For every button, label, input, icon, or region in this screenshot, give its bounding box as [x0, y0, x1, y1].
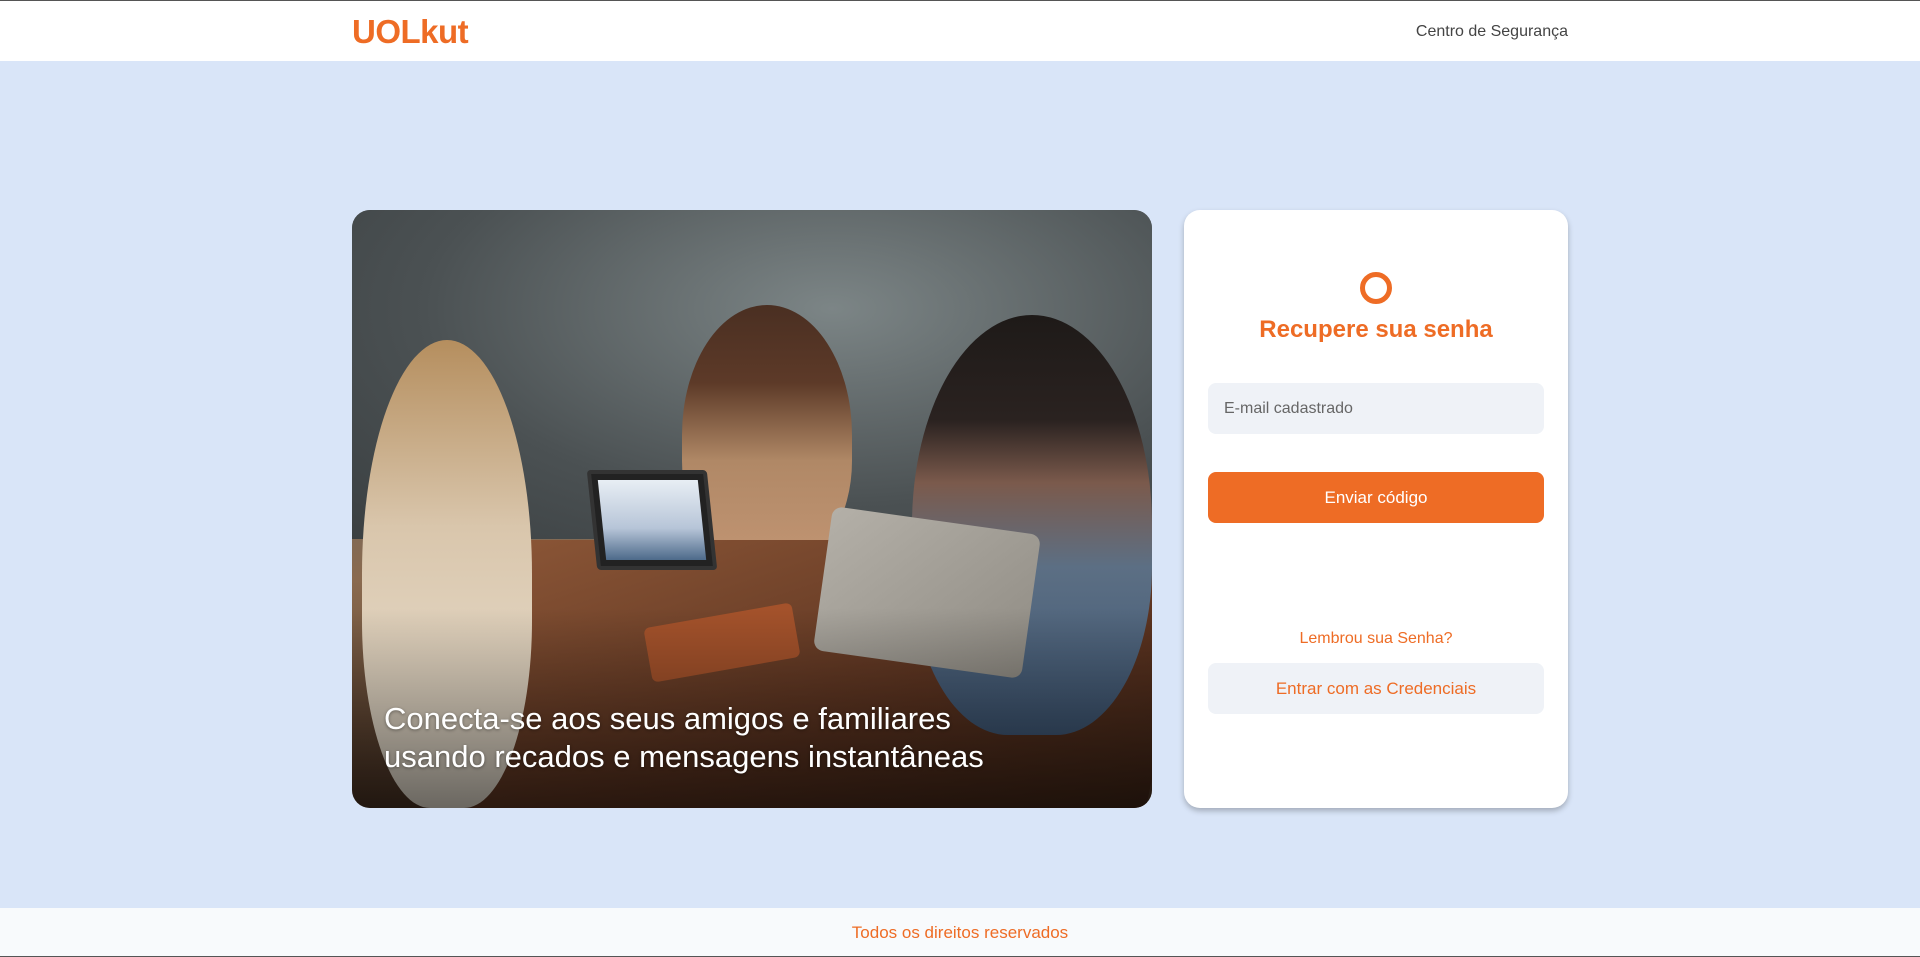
- top-navbar: UOLkut Centro de Segurança: [0, 0, 1920, 61]
- password-recovery-card: Recupere sua senha Enviar código Lembrou…: [1184, 210, 1568, 808]
- hero-image: Conecta-se aos seus amigos e familiares …: [352, 210, 1152, 808]
- send-code-button[interactable]: Enviar código: [1208, 472, 1544, 523]
- hero-caption: Conecta-se aos seus amigos e familiares …: [384, 701, 984, 774]
- app-logo[interactable]: UOLkut: [352, 13, 469, 51]
- footer: Todos os direitos reservados: [0, 908, 1920, 957]
- footer-text: Todos os direitos reservados: [851, 923, 1069, 942]
- security-center-link[interactable]: Centro de Segurança: [1416, 23, 1568, 41]
- remember-password-text: Lembrou sua Senha?: [1299, 630, 1453, 647]
- email-input[interactable]: [1208, 383, 1544, 434]
- recovery-title: Recupere sua senha: [1259, 316, 1493, 343]
- ring-icon: [1360, 272, 1392, 304]
- hero-laptop: [586, 470, 718, 570]
- login-credentials-button[interactable]: Entrar com as Credenciais: [1208, 663, 1544, 714]
